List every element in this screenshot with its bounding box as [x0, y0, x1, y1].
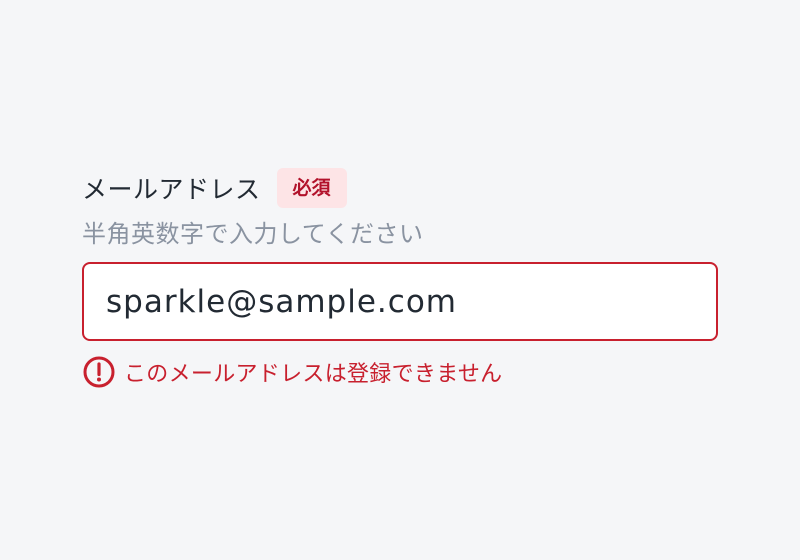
email-form-field: メールアドレス 必須 半角英数字で入力してください このメールアドレスは登録でき…	[82, 168, 718, 389]
email-label: メールアドレス	[82, 175, 261, 204]
required-badge: 必須	[276, 168, 347, 208]
email-hint: 半角英数字で入力してください	[82, 220, 424, 248]
alert-circle-icon	[82, 355, 116, 389]
email-input-wrapper	[82, 262, 718, 341]
label-row: メールアドレス 必須	[82, 168, 718, 208]
email-input[interactable]	[84, 264, 716, 339]
error-message-row: このメールアドレスは登録できません	[82, 355, 718, 389]
error-message: このメールアドレスは登録できません	[124, 362, 503, 387]
